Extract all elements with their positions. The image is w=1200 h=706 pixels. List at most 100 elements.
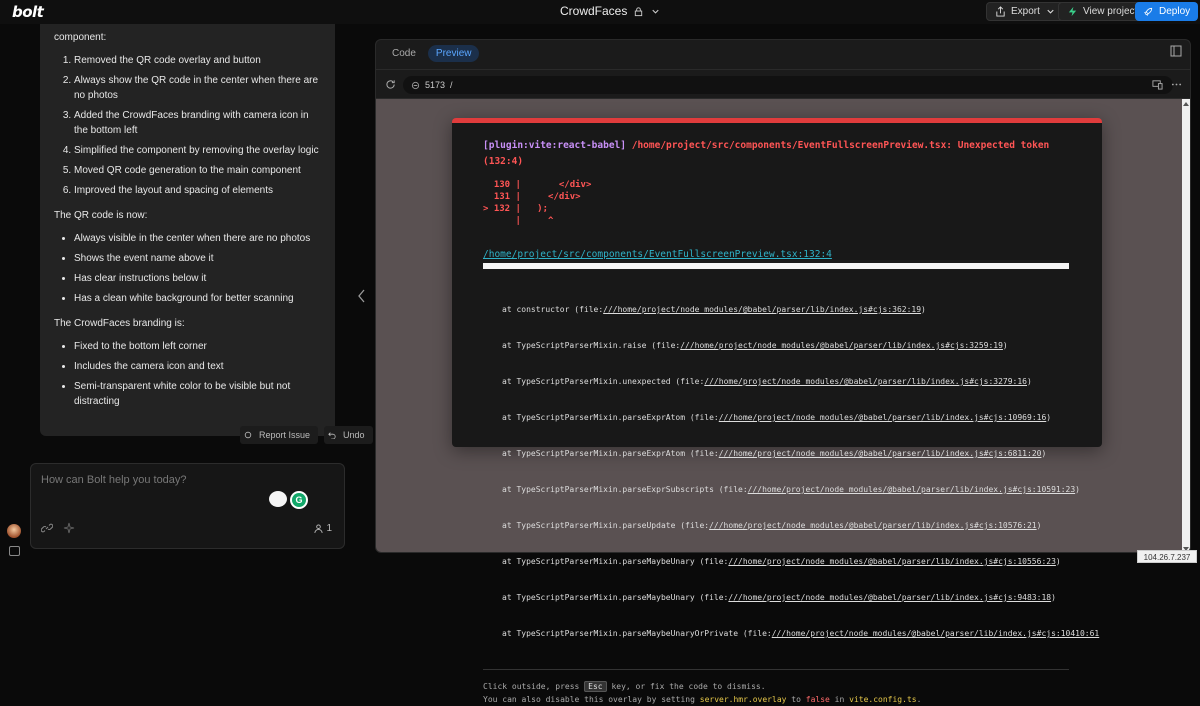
address-bar: 5173 /	[376, 69, 1190, 99]
stack-link[interactable]: ///home/project/node_modules/@babel/pars…	[748, 485, 1076, 494]
dismiss-tip: Click outside, press Esc key, or fix the…	[483, 680, 1071, 706]
prompt-input[interactable]	[41, 474, 331, 486]
branding-list: Fixed to the bottom left corner Includes…	[54, 339, 321, 409]
plugin-name: [plugin:vite:react-babel]	[483, 140, 626, 151]
person-icon	[314, 524, 323, 533]
extension-icons: G	[269, 491, 308, 509]
stack-link[interactable]: ///home/project/node_modules/@babel/pars…	[719, 449, 1042, 458]
workbench-tabs: Code Preview	[384, 45, 480, 62]
list-item: Shows the event name above it	[74, 251, 321, 266]
bug-icon	[244, 431, 252, 439]
tip-line: You can also disable this overlay by set…	[483, 695, 922, 704]
error-message: [plugin:vite:react-babel] /home/project/…	[483, 138, 1071, 170]
preview-toolbar	[1152, 79, 1182, 90]
stack-line: at TypeScriptParserMixin.parseUpdate (fi…	[502, 521, 1042, 530]
esc-key: Esc	[584, 681, 607, 692]
stack-line: at TypeScriptParserMixin.parseExprAtom (…	[502, 413, 1052, 422]
list-item: Improved the layout and spacing of eleme…	[74, 183, 321, 198]
list-item: Simplified the component by removing the…	[74, 143, 321, 158]
view-project-button[interactable]: View project	[1058, 2, 1147, 21]
prompt-tools	[41, 522, 75, 534]
report-issue-button[interactable]: Report Issue	[240, 426, 319, 444]
url-field[interactable]: 5173 /	[403, 76, 1173, 94]
bolt-icon	[1068, 6, 1077, 17]
stack-link[interactable]: ///home/project/node_modules/@babel/pars…	[719, 413, 1047, 422]
attach-link-icon[interactable]	[41, 522, 53, 534]
config-setting: server.hmr.overlay	[699, 695, 787, 704]
list-item: Has a clean white background for better …	[74, 291, 321, 306]
list-item: Added the CrowdFaces branding with camer…	[74, 108, 321, 138]
stack-link[interactable]: ///home/project/node_modules/@babel/pars…	[728, 557, 1056, 566]
deploy-button[interactable]: Deploy	[1135, 2, 1199, 21]
report-issue-label: Report Issue	[255, 428, 315, 442]
ip-address-badge: 104.26.7.237	[1137, 550, 1197, 563]
message-actions: Report Issue Undo	[240, 426, 373, 444]
vite-error-overlay[interactable]: [plugin:vite:react-babel] /home/project/…	[452, 118, 1102, 704]
avatar[interactable]	[7, 524, 21, 538]
top-bar: bolt CrowdFaces Export View project Depl…	[0, 0, 1200, 24]
project-title[interactable]: CrowdFaces	[560, 4, 661, 18]
stack-line: at constructor (file:///home/project/nod…	[502, 305, 926, 314]
stack-link[interactable]: ///home/project/node_modules/@babel/pars…	[772, 629, 1100, 638]
preview-scrollbar[interactable]	[1182, 99, 1190, 552]
more-icon[interactable]	[1171, 79, 1182, 90]
prompt-box: G 1	[30, 463, 345, 549]
undo-button[interactable]: Undo	[324, 426, 373, 444]
count-value: 1	[326, 523, 332, 534]
list-item: Includes the camera icon and text	[74, 359, 321, 374]
list-item: Removed the QR code overlay and button	[74, 53, 321, 68]
sparkle-icon[interactable]	[63, 522, 75, 534]
list-item: Semi-transparent white color to be visib…	[74, 379, 321, 409]
error-file-link[interactable]: /home/project/src/components/EventFullsc…	[483, 249, 1071, 260]
bolt-logo[interactable]: bolt	[12, 3, 44, 21]
undo-label: Undo	[339, 428, 369, 442]
chevron-down-icon	[652, 9, 659, 14]
qr-heading: The QR code is now:	[54, 210, 148, 221]
branding-heading: The CrowdFaces branding is:	[54, 318, 185, 329]
config-value: false	[805, 695, 830, 704]
export-button[interactable]: Export	[986, 2, 1065, 21]
rocket-icon	[1144, 7, 1153, 16]
grammarly-icon[interactable]: G	[290, 491, 308, 509]
export-label: Export	[1011, 6, 1040, 17]
message-intro: component:	[54, 32, 107, 43]
code-line: 130 | </div>	[483, 180, 592, 190]
collapse-chevron-icon[interactable]	[357, 289, 367, 303]
divider	[483, 669, 1069, 670]
tab-preview[interactable]: Preview	[427, 45, 480, 62]
project-name: CrowdFaces	[560, 4, 628, 18]
code-frame: 130 | </div> 131 | </div> > 132 | ); | ^	[483, 179, 1071, 227]
panel-toggle-icon[interactable]	[1170, 45, 1182, 57]
stack-line: at TypeScriptParserMixin.raise (file:///…	[502, 341, 1008, 350]
grammar-extension-icon[interactable]	[269, 491, 287, 507]
stack-line: at TypeScriptParserMixin.parseMaybeUnary…	[502, 557, 1061, 566]
user-count: 1	[314, 523, 332, 534]
code-line: 131 | </div>	[483, 192, 581, 202]
config-file: vite.config.ts	[849, 695, 917, 704]
stack-link[interactable]: ///home/project/node_modules/@babel/pars…	[709, 521, 1037, 530]
share-icon	[996, 6, 1005, 17]
stack-line: at TypeScriptParserMixin.parseExprAtom (…	[502, 449, 1047, 458]
list-item: Always visible in the center when there …	[74, 231, 321, 246]
deploy-label: Deploy	[1159, 6, 1191, 17]
sidebar-toggle-icon[interactable]	[9, 546, 20, 556]
list-item: Always show the QR code in the center wh…	[74, 73, 321, 103]
assistant-message: component: Removed the QR code overlay a…	[40, 24, 335, 436]
port-icon	[411, 81, 420, 89]
stack-line: at TypeScriptParserMixin.parseExprSubscr…	[502, 485, 1080, 494]
reload-icon[interactable]	[385, 79, 396, 90]
stack-link[interactable]: ///home/project/node_modules/@babel/pars…	[728, 593, 1051, 602]
stack-link[interactable]: ///home/project/node_modules/@babel/pars…	[603, 305, 921, 314]
lock-icon	[635, 6, 643, 16]
list-item: Fixed to the bottom left corner	[74, 339, 321, 354]
tab-code[interactable]: Code	[384, 45, 424, 62]
qr-list: Always visible in the center when there …	[54, 231, 321, 306]
stack-link[interactable]: ///home/project/node_modules/@babel/pars…	[704, 377, 1027, 386]
undo-icon	[328, 432, 336, 439]
scroll-up-icon[interactable]	[1183, 102, 1189, 106]
device-icon[interactable]	[1152, 79, 1163, 90]
tip-line: Click outside, press Esc key, or fix the…	[483, 681, 766, 692]
list-item: Has clear instructions below it	[74, 271, 321, 286]
stack-link[interactable]: ///home/project/node_modules/@babel/pars…	[680, 341, 1003, 350]
horizontal-scrollbar[interactable]	[483, 263, 1069, 269]
